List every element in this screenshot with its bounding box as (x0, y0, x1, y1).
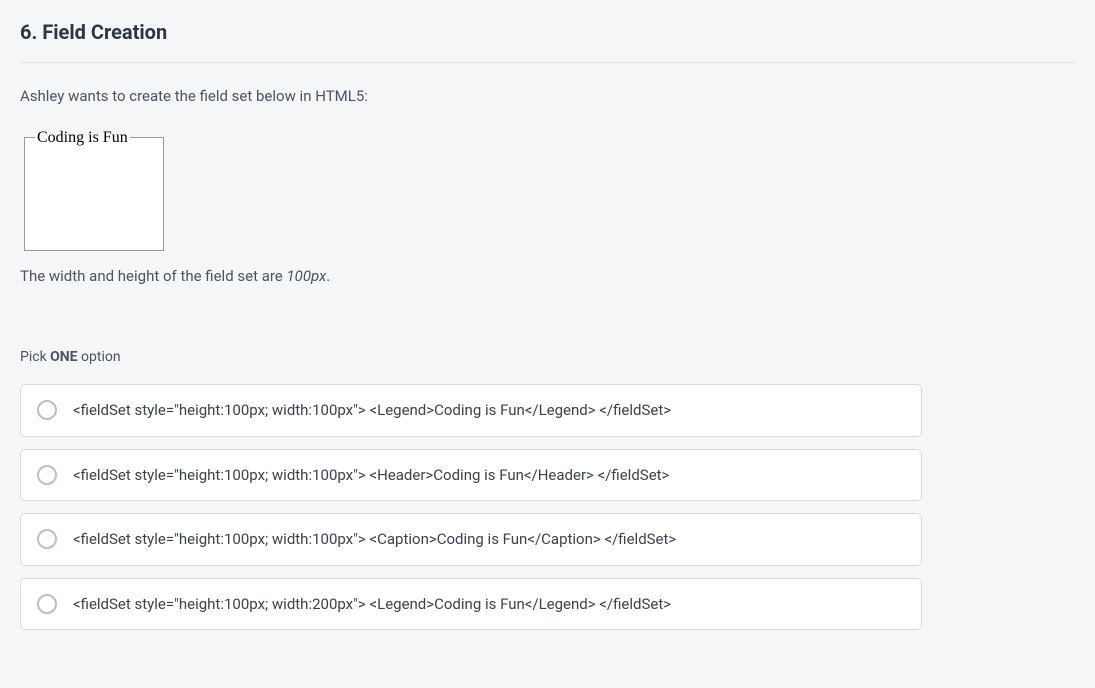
question-title: Field Creation (42, 20, 167, 44)
question-header: 6. Field Creation (20, 20, 1075, 63)
option-text: <fieldSet style="height:100px; width:100… (73, 528, 676, 551)
option-3[interactable]: <fieldSet style="height:100px; width:100… (20, 513, 922, 566)
fieldset-demo: Coding is Fun (24, 126, 164, 251)
question-body: Ashley wants to create the field set bel… (20, 85, 1075, 630)
pick-suffix: option (78, 349, 121, 365)
radio-icon (37, 529, 57, 549)
options-list: <fieldSet style="height:100px; width:100… (20, 384, 922, 630)
option-2[interactable]: <fieldSet style="height:100px; width:100… (20, 449, 922, 502)
pick-one-instruction: Pick ONE option (20, 347, 1075, 368)
radio-icon (37, 465, 57, 485)
radio-icon (37, 594, 57, 614)
dimension-prefix: The width and height of the field set ar… (20, 267, 286, 285)
fieldset-legend: Coding is Fun (35, 126, 130, 150)
option-text: <fieldSet style="height:100px; width:100… (73, 464, 669, 487)
dimension-value: 100px (286, 267, 326, 285)
question-number: 6 (20, 20, 31, 44)
option-text: <fieldSet style="height:100px; width:100… (73, 399, 671, 422)
pick-prefix: Pick (20, 349, 50, 365)
radio-icon (37, 400, 57, 420)
intro-text: Ashley wants to create the field set bel… (20, 85, 1075, 108)
pick-bold: ONE (50, 349, 77, 365)
option-text: <fieldSet style="height:100px; width:200… (73, 593, 671, 616)
dimension-text: The width and height of the field set ar… (20, 265, 1075, 288)
option-4[interactable]: <fieldSet style="height:100px; width:200… (20, 578, 922, 631)
option-1[interactable]: <fieldSet style="height:100px; width:100… (20, 384, 922, 437)
dimension-suffix: . (326, 267, 330, 285)
